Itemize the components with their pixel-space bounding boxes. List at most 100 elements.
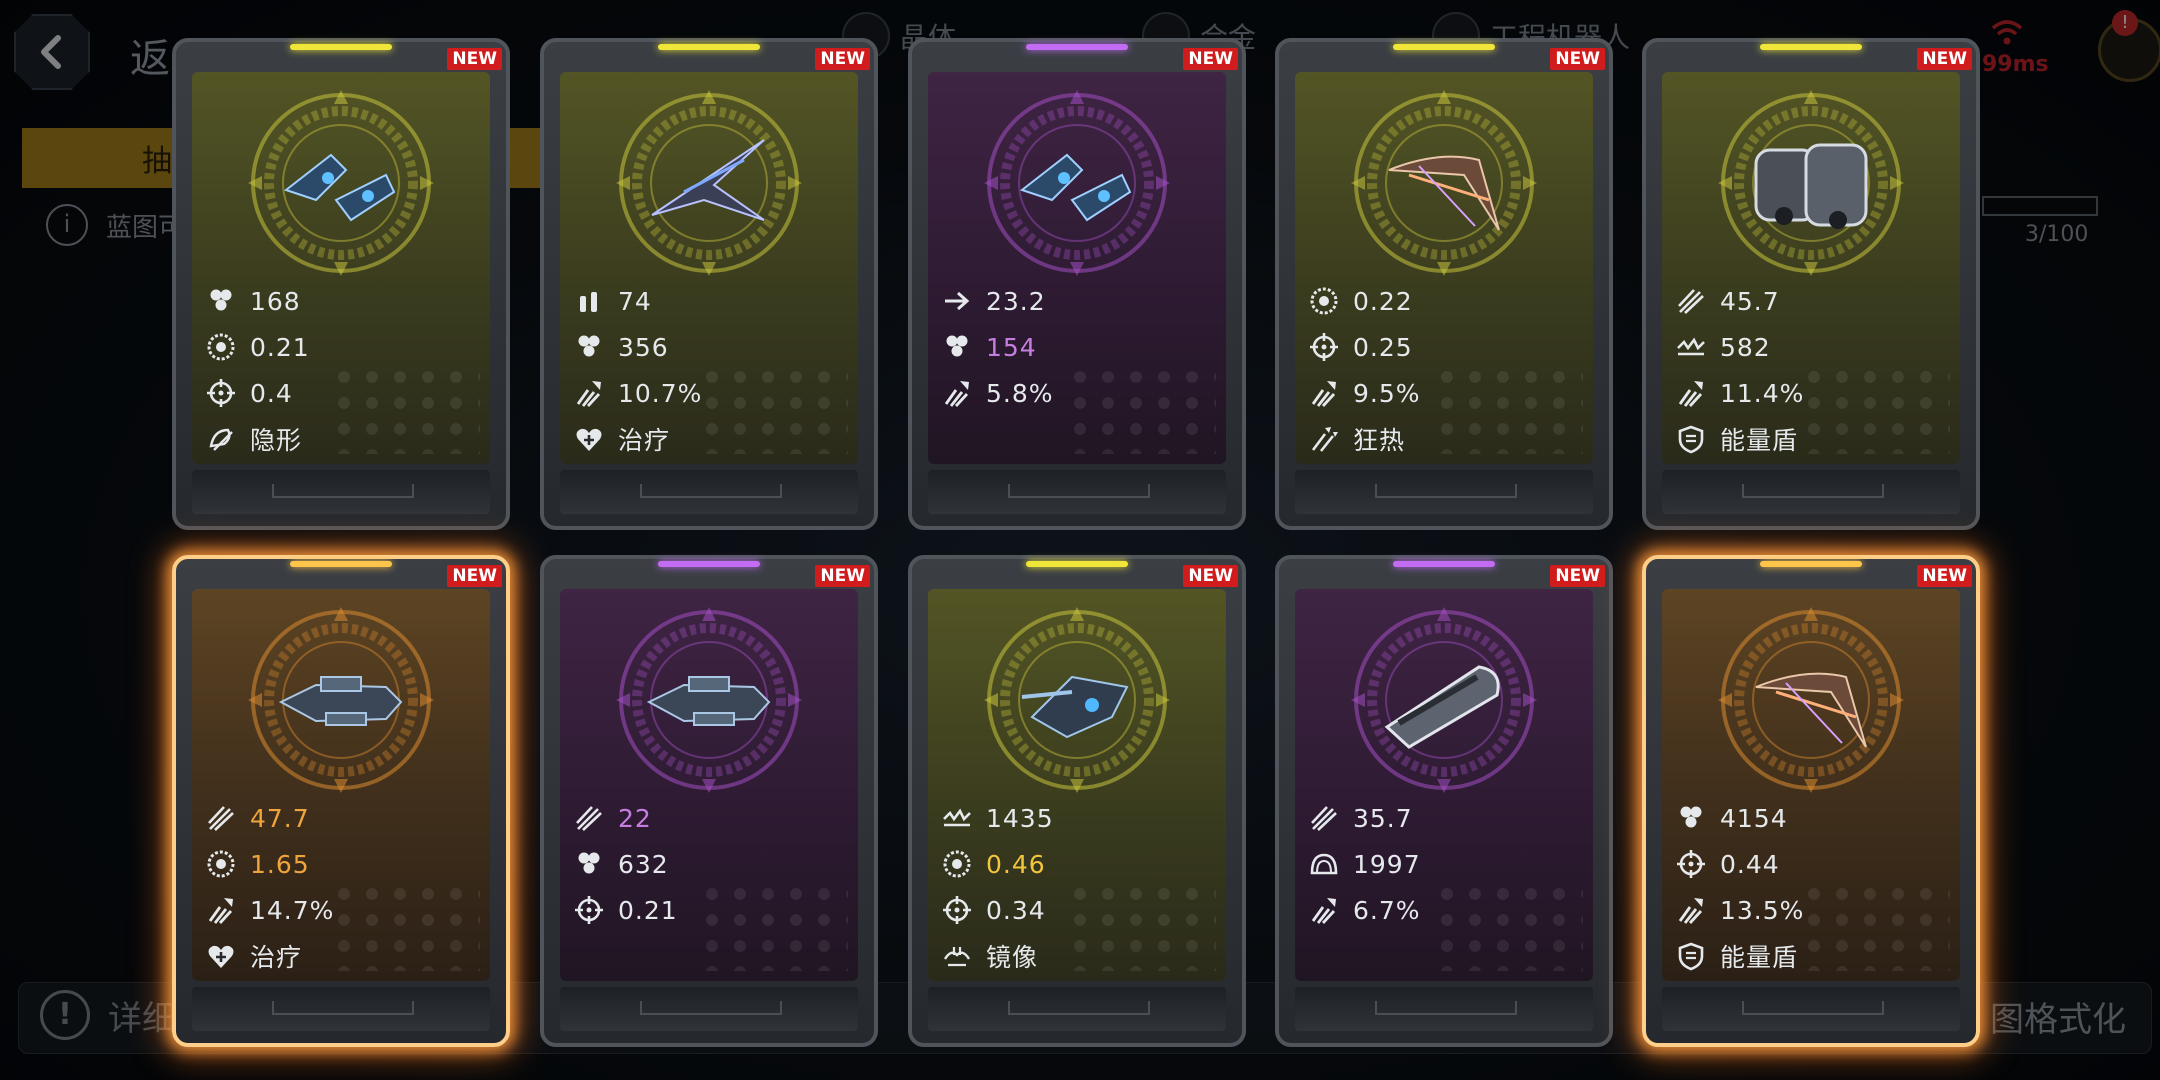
stat-row: 0.46 — [942, 841, 1212, 887]
stat-row: 47.7 — [206, 795, 476, 841]
armor-icon — [1676, 332, 1706, 362]
stat-value: 74 — [618, 286, 652, 316]
rarity-bar — [1760, 44, 1862, 50]
card-base — [928, 987, 1226, 1031]
stealth-icon — [206, 424, 236, 454]
target-icon — [574, 895, 604, 925]
crit-icon — [1676, 378, 1706, 408]
card-base — [192, 470, 490, 514]
new-badge: NEW — [815, 565, 870, 587]
stat-row: 5.8% — [942, 370, 1212, 416]
stat-row: 168 — [206, 278, 476, 324]
new-badge: NEW — [1550, 565, 1605, 587]
card-panel: 35.7 1997 6.7% — [1295, 589, 1593, 981]
stat-value: 狂热 — [1353, 426, 1406, 455]
ship-image — [1012, 130, 1142, 240]
stat-row: 35.7 — [1309, 795, 1579, 841]
rarity-bar — [1760, 561, 1862, 567]
card-base — [560, 987, 858, 1031]
stat-row: 22 — [574, 795, 844, 841]
card-base — [560, 470, 858, 514]
hp-icon — [1676, 803, 1706, 833]
mirror-icon — [942, 941, 972, 971]
crit-icon — [1309, 895, 1339, 925]
new-badge: NEW — [1917, 48, 1972, 70]
new-badge: NEW — [1183, 48, 1238, 70]
crit-icon — [574, 378, 604, 408]
reward-card[interactable]: NEW 47.7 1.65 14.7% 治疗 — [172, 555, 510, 1047]
reward-card[interactable]: NEW 168 0.21 0.4 隐形 — [172, 38, 510, 530]
stat-row: 能量盾 — [1676, 933, 1946, 979]
crit-icon — [942, 378, 972, 408]
stat-value: 0.25 — [1353, 332, 1413, 362]
ammo-icon — [574, 286, 604, 316]
stat-value: 0.34 — [986, 895, 1046, 925]
heal-icon — [574, 424, 604, 454]
stat-row: 0.44 — [1676, 841, 1946, 887]
ship-image — [1746, 647, 1876, 757]
rarity-bar — [658, 44, 760, 50]
stat-value: 168 — [250, 286, 301, 316]
stat-value: 能量盾 — [1720, 426, 1799, 455]
target-icon — [942, 895, 972, 925]
stat-value: 4154 — [1720, 803, 1788, 833]
reward-card[interactable]: NEW 1435 0.46 0.34 镜像 — [908, 555, 1246, 1047]
stat-value: 9.5% — [1353, 378, 1421, 408]
reward-card[interactable]: NEW 4154 0.44 13.5% 能量盾 — [1642, 555, 1980, 1047]
reward-card[interactable]: NEW 35.7 1997 6.7% — [1275, 555, 1613, 1047]
card-panel: 22 632 0.21 — [560, 589, 858, 981]
stat-row: 356 — [574, 324, 844, 370]
hp-icon — [574, 332, 604, 362]
damage-icon — [206, 803, 236, 833]
reward-card[interactable]: NEW 74 356 10.7% 治疗 — [540, 38, 878, 530]
ship-image — [276, 130, 406, 240]
rarity-bar — [1393, 561, 1495, 567]
stat-list: 0.22 0.25 9.5% 狂热 — [1309, 278, 1579, 462]
stat-value: 11.4% — [1720, 378, 1805, 408]
crit-icon — [1309, 378, 1339, 408]
stat-row: 隐形 — [206, 416, 476, 462]
stat-row: 14.7% — [206, 887, 476, 933]
card-base — [1662, 987, 1960, 1031]
card-panel: 74 356 10.7% 治疗 — [560, 72, 858, 464]
stat-value: 0.44 — [1720, 849, 1780, 879]
stat-row: 能量盾 — [1676, 416, 1946, 462]
stat-list: 1435 0.46 0.34 镜像 — [942, 795, 1212, 979]
card-base — [928, 470, 1226, 514]
stat-value: 1.65 — [250, 849, 310, 879]
stat-row: 0.21 — [574, 887, 844, 933]
hp-icon — [942, 332, 972, 362]
stat-list: 45.7 582 11.4% 能量盾 — [1676, 278, 1946, 462]
speed-icon — [942, 286, 972, 316]
crit-icon — [206, 895, 236, 925]
stat-value: 0.46 — [986, 849, 1046, 879]
stat-row: 狂热 — [1309, 416, 1579, 462]
card-panel: 4154 0.44 13.5% 能量盾 — [1662, 589, 1960, 981]
ship-image — [1746, 130, 1876, 240]
stat-row: 582 — [1676, 324, 1946, 370]
stat-row: 0.34 — [942, 887, 1212, 933]
reward-card[interactable]: NEW 23.2 154 5.8% — [908, 38, 1246, 530]
stat-value: 治疗 — [250, 943, 303, 972]
stat-value: 154 — [986, 332, 1037, 362]
shield-icon — [1676, 424, 1706, 454]
rarity-bar — [658, 561, 760, 567]
armor-icon — [942, 803, 972, 833]
stat-value: 1435 — [986, 803, 1054, 833]
stat-row: 1.65 — [206, 841, 476, 887]
stat-row: 6.7% — [1309, 887, 1579, 933]
reward-card[interactable]: NEW 0.22 0.25 9.5% 狂热 — [1275, 38, 1613, 530]
rarity-bar — [290, 44, 392, 50]
stat-value: 0.22 — [1353, 286, 1413, 316]
new-badge: NEW — [1550, 48, 1605, 70]
card-panel: 0.22 0.25 9.5% 狂热 — [1295, 72, 1593, 464]
stat-row: 1997 — [1309, 841, 1579, 887]
stat-value: 13.5% — [1720, 895, 1805, 925]
ship-image — [644, 130, 774, 240]
new-badge: NEW — [815, 48, 870, 70]
ship-image — [1379, 647, 1509, 757]
reward-card[interactable]: NEW 22 632 0.21 — [540, 555, 878, 1047]
reward-card[interactable]: NEW 45.7 582 11.4% 能量盾 — [1642, 38, 1980, 530]
stat-row: 0.22 — [1309, 278, 1579, 324]
stat-value: 镜像 — [986, 943, 1039, 972]
